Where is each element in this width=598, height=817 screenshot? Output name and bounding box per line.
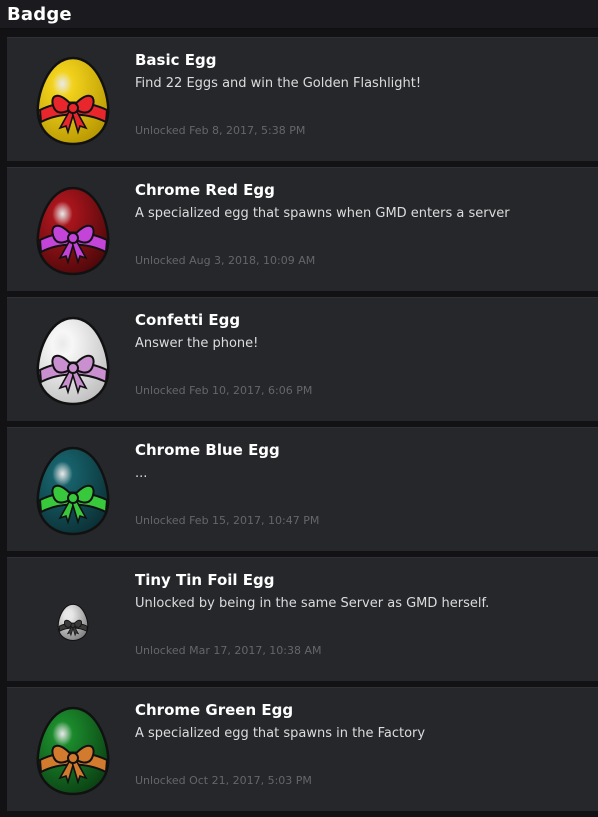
- badge-title: Confetti Egg: [135, 311, 241, 329]
- badge-description: ...: [135, 466, 148, 481]
- badge-card-chrome-green-egg[interactable]: Chrome Green Egg A specialized egg that …: [7, 687, 598, 811]
- tin-foil-egg-icon: [30, 572, 116, 668]
- badge-list: Basic Egg Find 22 Eggs and win the Golde…: [7, 37, 598, 817]
- badge-unlocked-date: Unlocked Mar 17, 2017, 10:38 AM: [135, 644, 322, 657]
- badge-card-tiny-tin-foil-egg[interactable]: Tiny Tin Foil Egg Unlocked by being in t…: [7, 557, 598, 681]
- badge-unlocked-date: Unlocked Feb 10, 2017, 6:06 PM: [135, 384, 313, 397]
- green-egg-icon: [30, 702, 116, 798]
- badge-card-confetti-egg[interactable]: Confetti Egg Answer the phone! Unlocked …: [7, 297, 598, 421]
- badge-unlocked-date: Unlocked Feb 8, 2017, 5:38 PM: [135, 124, 306, 137]
- badge-title: Chrome Green Egg: [135, 701, 294, 719]
- yellow-egg-icon: [30, 52, 116, 148]
- badge-card-basic-egg[interactable]: Basic Egg Find 22 Eggs and win the Golde…: [7, 37, 598, 161]
- page-header: Badge: [0, 0, 598, 29]
- badge-unlocked-date: Unlocked Aug 3, 2018, 10:09 AM: [135, 254, 316, 267]
- badge-description: A specialized egg that spawns when GMD e…: [135, 206, 510, 221]
- badge-title: Basic Egg: [135, 51, 217, 69]
- page-title: Badge: [7, 3, 72, 25]
- badge-title: Chrome Blue Egg: [135, 441, 280, 459]
- badge-description: Find 22 Eggs and win the Golden Flashlig…: [135, 76, 422, 91]
- red-egg-icon: [30, 182, 116, 278]
- badge-description: A specialized egg that spawns in the Fac…: [135, 726, 426, 741]
- badge-card-chrome-blue-egg[interactable]: Chrome Blue Egg ... Unlocked Feb 15, 201…: [7, 427, 598, 551]
- white-egg-icon: [30, 312, 116, 408]
- badge-title: Tiny Tin Foil Egg: [135, 571, 275, 589]
- blue-egg-icon: [30, 442, 116, 538]
- badge-description: Unlocked by being in the same Server as …: [135, 596, 490, 611]
- badge-unlocked-date: Unlocked Oct 21, 2017, 5:03 PM: [135, 774, 312, 787]
- badge-unlocked-date: Unlocked Feb 15, 2017, 10:47 PM: [135, 514, 320, 527]
- badge-description: Answer the phone!: [135, 336, 259, 351]
- badge-title: Chrome Red Egg: [135, 181, 275, 199]
- badge-card-chrome-red-egg[interactable]: Chrome Red Egg A specialized egg that sp…: [7, 167, 598, 291]
